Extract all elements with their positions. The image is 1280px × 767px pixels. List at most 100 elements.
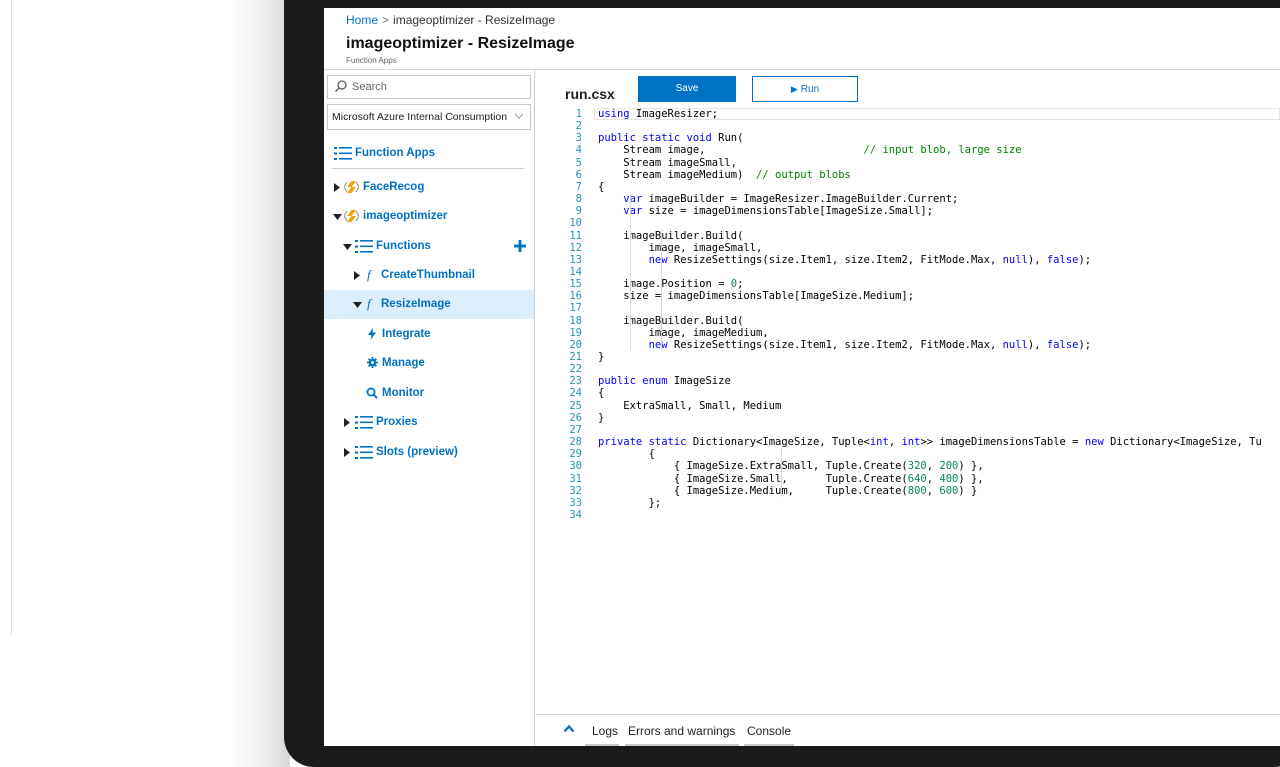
sidebar-item-label: ResizeImage — [381, 298, 451, 310]
code-line: 27 — [536, 424, 1280, 436]
code-text: { ImageSize.Small, Tuple.Create(640, 400… — [598, 473, 984, 485]
code-line: 23 public enum ImageSize — [536, 375, 1280, 387]
indent-guide — [629, 193, 631, 351]
code-text: { ImageSize.Medium, Tuple.Create(800, 60… — [598, 485, 977, 497]
caret-right-icon — [344, 418, 350, 427]
sidebar-item-facerecog[interactable]: FaceRecog — [324, 173, 534, 202]
save-button[interactable]: Save — [638, 76, 736, 102]
code-token: , — [888, 436, 902, 449]
code-token: ImageSize — [667, 375, 731, 388]
code-token: ); — [1078, 253, 1092, 266]
code-token: using — [598, 108, 630, 120]
code-token: Stream imageMedium) — [598, 168, 757, 181]
caret-right-icon — [344, 448, 350, 457]
code-token: null — [1002, 253, 1028, 266]
tab-console[interactable]: Console — [747, 724, 791, 738]
code-token: } — [598, 411, 605, 424]
line-number: 26 — [569, 411, 582, 424]
line-number: 1 — [575, 108, 582, 120]
sidebar-item-integrate[interactable]: Integrate — [324, 320, 534, 349]
code-line: 29 { — [536, 448, 1280, 460]
bottom-panel-tabs: Logs Errors and warnings Console — [536, 715, 1280, 746]
subscription-select[interactable]: Microsoft Azure Internal Consumption — [327, 104, 531, 130]
code-line: 20 new ResizeSettings(size.Item1, size.I… — [536, 339, 1280, 351]
sidebar-item-proxies[interactable]: Proxies — [324, 408, 534, 437]
code-line: 25 ExtraSmall, Small, Medium — [536, 400, 1280, 412]
code-token: { — [598, 448, 655, 461]
code-token: ) } — [958, 484, 978, 497]
code-text: }; — [598, 496, 662, 509]
code-token: }; — [598, 496, 662, 509]
line-number: 10 — [569, 217, 582, 230]
code-line: 13 new ResizeSettings(size.Item1, size.I… — [536, 254, 1280, 266]
search-box[interactable] — [327, 75, 531, 99]
breadcrumb-home-link[interactable]: Home — [346, 13, 378, 27]
code-line: 28 private static Dictionary<ImageSize, T… — [536, 436, 1280, 448]
code-token: var — [623, 193, 643, 206]
sidebar-item-slots[interactable]: Slots (preview) — [324, 438, 534, 467]
sidebar-item-imageoptimizer[interactable]: imageoptimizer — [324, 202, 534, 231]
sidebar-item-functions[interactable]: Functions — [324, 232, 534, 261]
code-text: new ResizeSettings(size.Item1, size.Item… — [598, 338, 1092, 351]
indent-guide — [661, 229, 662, 351]
tab-errors-and-warnings[interactable]: Errors and warnings — [628, 724, 735, 738]
code-token: Dictionary<ImageSize, Tuple< — [686, 436, 870, 449]
code-line: 1 using ImageResizer; — [536, 108, 1280, 120]
caret-right-icon — [354, 271, 360, 280]
code-token: ResizeSettings(size.Item1, size.Item2, F… — [667, 338, 1003, 351]
sidebar-item-function-apps[interactable]: Function Apps — [324, 139, 534, 168]
sidebar-item-label: FaceRecog — [363, 181, 425, 193]
code-token: ) }, — [958, 472, 984, 485]
code-line: 3 public static void Run( — [536, 132, 1280, 144]
code-token: new — [1084, 436, 1104, 449]
code-token: ResizeSettings(size.Item1, size.Item2, F… — [667, 253, 1003, 266]
search-monitor-icon — [366, 387, 378, 399]
search-input[interactable] — [352, 79, 522, 95]
code-token: , — [926, 472, 940, 485]
code-text: Stream image, // input blob, large size — [598, 144, 1022, 157]
code-text: private static Dictionary<ImageSize, Tup… — [598, 436, 1262, 448]
code-text: imageBuilder.Build( — [598, 230, 743, 242]
code-line: 14 — [536, 266, 1280, 278]
list-icon — [355, 446, 373, 459]
code-token: size = imageDimensionsTable[ImageSize.Sm… — [642, 205, 934, 218]
code-token: 320 — [907, 460, 927, 473]
chevron-up-icon[interactable] — [563, 724, 575, 733]
stage: Home > imageoptimizer - ResizeImage imageo… — [0, 0, 1280, 767]
code-area[interactable]: 1 using ImageResizer; 2 3 public static void… — [536, 107, 1280, 667]
code-line: 32 { ImageSize.Medium, Tuple.Create(800,… — [536, 485, 1280, 497]
code-line: 21} — [536, 351, 1280, 363]
code-line: 19 image, imageMedium, — [536, 327, 1280, 339]
code-token: 400 — [939, 472, 959, 485]
code-text: size = imageDimensionsTable[ImageSize.Me… — [598, 290, 914, 302]
code-line: 31 { ImageSize.Small, Tuple.Create(640, … — [536, 473, 1280, 485]
lightning-bolt-icon — [368, 328, 376, 340]
code-token: image, imageSmall, — [598, 241, 763, 254]
sidebar-item-label: Monitor — [382, 387, 425, 399]
save-label: Save — [675, 83, 699, 94]
line-number: 31 — [569, 472, 582, 485]
sidebar-item-createthumbnail[interactable]: f CreateThumbnail — [324, 261, 534, 290]
run-button[interactable]: ▶ Run — [752, 76, 858, 102]
line-number: 5 — [575, 156, 582, 169]
sidebar-item-monitor[interactable]: Monitor — [324, 379, 534, 408]
code-text: ExtraSmall, Small, Medium — [598, 400, 781, 412]
sidebar-item-resizeimage[interactable]: f ResizeImage — [324, 290, 534, 319]
line-number: 33 — [569, 496, 582, 509]
plus-icon[interactable] — [514, 240, 526, 252]
code-token: // input blob, large size — [863, 144, 1022, 157]
list-icon — [355, 240, 373, 253]
line-number: 2 — [575, 120, 582, 133]
code-line: 22 — [536, 363, 1280, 375]
code-token: false — [1046, 253, 1079, 266]
line-number: 3 — [575, 132, 582, 145]
code-token: public static void — [598, 132, 712, 145]
breadcrumb-separator: > — [382, 13, 390, 27]
sidebar-item-manage[interactable]: Manage — [324, 349, 534, 378]
list-icon — [355, 416, 373, 429]
tab-logs[interactable]: Logs — [592, 724, 618, 738]
code-text: var imageBuilder = ImageResizer.ImageBui… — [598, 193, 958, 205]
code-token: size = imageDimensionsTable[ImageSize.Me… — [598, 290, 915, 303]
line-number: 25 — [569, 399, 582, 412]
